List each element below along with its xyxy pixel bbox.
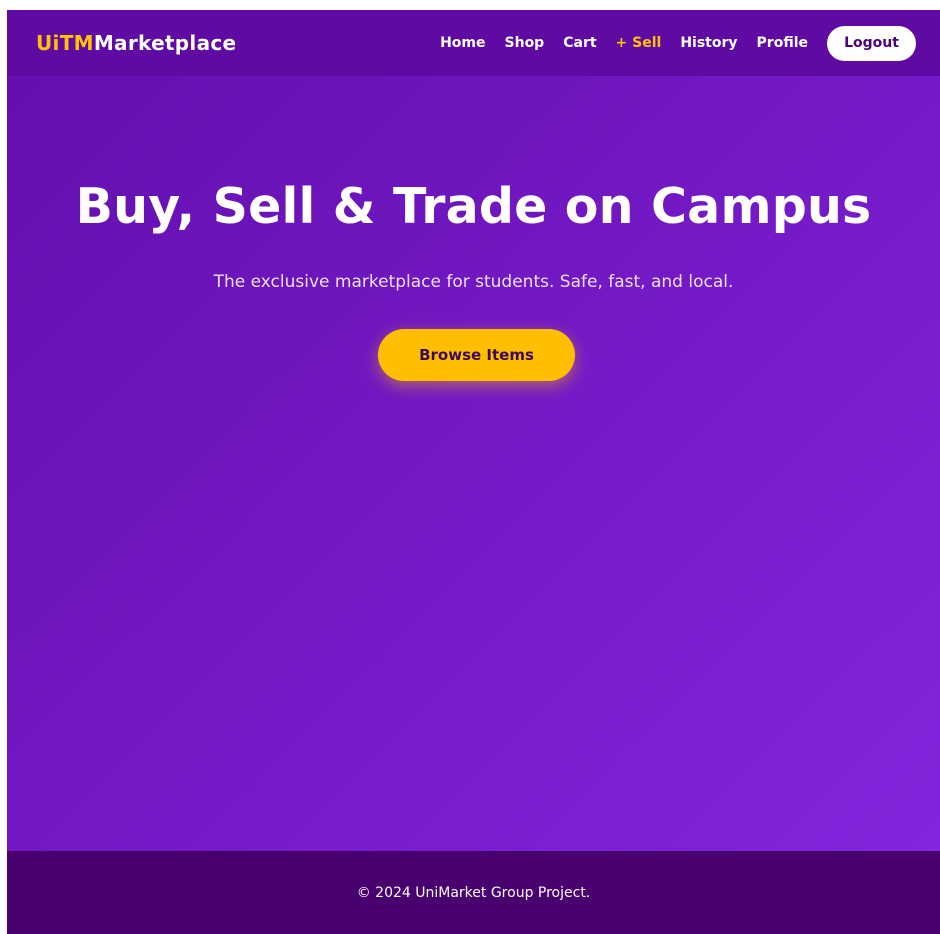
nav-links: Home Shop Cart + Sell History Profile Lo… bbox=[421, 25, 916, 61]
hero-subtitle: The exclusive marketplace for students. … bbox=[213, 272, 734, 292]
brand-accent-text: UiTM bbox=[36, 31, 94, 55]
nav-link-cart[interactable]: Cart bbox=[563, 35, 596, 51]
browse-items-button[interactable]: Browse Items bbox=[378, 329, 575, 381]
nav-link-sell[interactable]: + Sell bbox=[616, 35, 662, 51]
nav-link-shop[interactable]: Shop bbox=[505, 35, 545, 51]
navbar: UiTM Marketplace Home Shop Cart + Sell Hi… bbox=[7, 10, 940, 76]
nav-link-profile[interactable]: Profile bbox=[757, 35, 808, 51]
footer: © 2024 UniMarket Group Project. bbox=[7, 851, 940, 934]
brand-main-text: Marketplace bbox=[93, 31, 237, 55]
logout-button[interactable]: Logout bbox=[827, 25, 916, 61]
hero-section: Buy, Sell & Trade on Campus The exclusiv… bbox=[7, 76, 940, 851]
nav-link-history[interactable]: History bbox=[680, 35, 737, 51]
brand-logo[interactable]: UiTM Marketplace bbox=[36, 31, 236, 55]
footer-copyright: © 2024 UniMarket Group Project. bbox=[356, 884, 591, 901]
nav-link-home[interactable]: Home bbox=[440, 35, 485, 51]
page-frame: UiTM Marketplace Home Shop Cart + Sell Hi… bbox=[7, 10, 940, 934]
hero-title: Buy, Sell & Trade on Campus bbox=[75, 178, 872, 235]
